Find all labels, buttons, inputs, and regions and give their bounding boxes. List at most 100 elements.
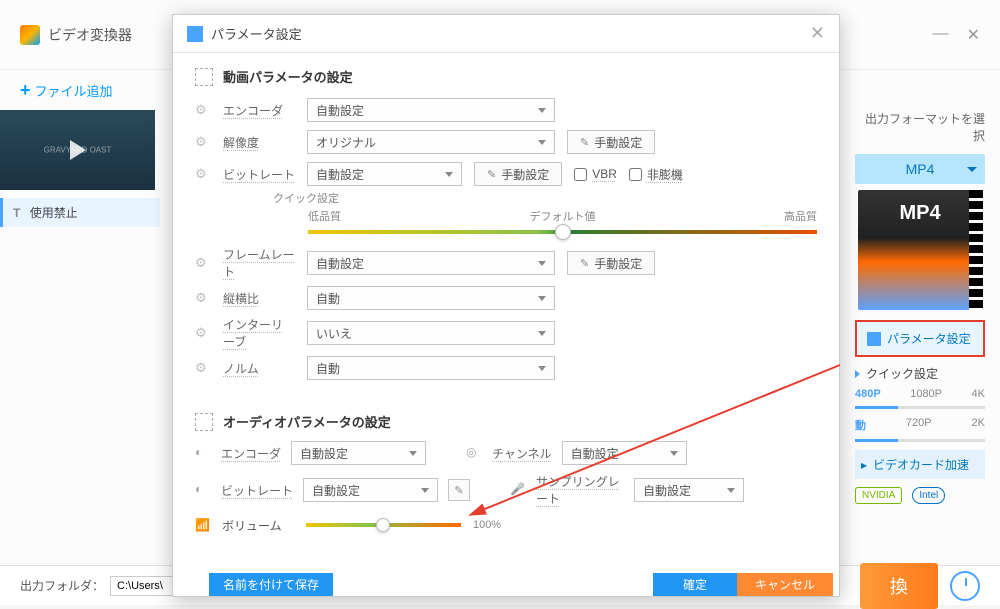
save-as-button[interactable]: 名前を付けて保存 [209, 573, 333, 596]
res-1080p[interactable]: 1080P [910, 388, 942, 400]
add-file-button[interactable]: ファイル追加 [20, 80, 113, 101]
channel-select[interactable]: 自動設定 [562, 441, 687, 465]
norm-value: 自動 [316, 360, 340, 377]
vbr-checkbox[interactable]: VBR [574, 167, 617, 181]
res-720p[interactable]: 720P [906, 417, 932, 433]
volume-slider[interactable] [306, 523, 461, 527]
cancel-label: キャンセル [755, 578, 815, 592]
audio-row-2: ◐ ビットレート 自動設定 ✎ 🎤 サンプリングレート 自動設定 [173, 471, 839, 509]
bitrate-select[interactable]: 自動設定 [307, 162, 462, 186]
quick-set-text: クイック設定 [866, 365, 938, 382]
ok-label: 確定 [683, 578, 707, 592]
modal-close-button[interactable]: ✕ [810, 23, 825, 44]
video-item-status[interactable]: 使用禁止 [0, 198, 160, 227]
gpu-accel-button[interactable]: ビデオカード加速 [855, 450, 985, 479]
sampling-select[interactable]: 自動設定 [634, 478, 744, 502]
modal-footer: 名前を付けて保存 確定 キャンセル [209, 573, 833, 596]
audio-bitrate-label: ビットレート [221, 482, 293, 499]
res-480p[interactable]: 480P [855, 388, 881, 400]
video-thumbnail[interactable]: GRAVYARD OAST [0, 110, 155, 190]
volume-icon: 📶 [195, 518, 210, 532]
audio-bitrate-select[interactable]: 自動設定 [303, 478, 438, 502]
norm-row: ノルム 自動 [173, 352, 839, 384]
encoder-label: エンコーダ [223, 102, 295, 119]
app-logo: ビデオ変換器 [20, 25, 132, 45]
interleave-label: インターリーブ [223, 316, 295, 350]
audio-section-header: オーディオパラメータの設定 [173, 384, 839, 439]
sampling-value: 自動設定 [643, 482, 691, 499]
resolution-row-2: 動 720P 2K [855, 417, 985, 433]
res-4k[interactable]: 4K [972, 388, 985, 400]
schedule-button[interactable] [950, 571, 980, 601]
volume-knob[interactable] [376, 518, 390, 532]
encoder-value: 自動設定 [316, 102, 364, 119]
resolution-manual-button[interactable]: 手動設定 [567, 130, 655, 154]
norm-label: ノルム [223, 360, 295, 377]
aspect-label: 縦横比 [223, 290, 295, 307]
quality-slider[interactable] [308, 230, 817, 234]
interleave-select[interactable]: いいえ [307, 321, 555, 345]
quality-high: 高品質 [647, 208, 817, 224]
audio-encoder-label: エンコーダ [221, 445, 281, 462]
parameter-settings-button[interactable]: パラメータ設定 [855, 320, 985, 357]
output-format-value: MP4 [906, 161, 935, 177]
encoder-select[interactable]: 自動設定 [307, 98, 555, 122]
manual-label: 手動設定 [594, 134, 642, 151]
convert-button[interactable]: 換 [860, 563, 938, 609]
output-format-select[interactable]: MP4 [855, 154, 985, 184]
res-2k[interactable]: 2K [972, 417, 985, 433]
cancel-button[interactable]: キャンセル [737, 573, 833, 596]
right-panel: 出力フォーマットを選択 MP4 パラメータ設定 クイック設定 480P 1080… [840, 110, 1000, 565]
settings-icon [187, 26, 203, 42]
aspect-select[interactable]: 自動 [307, 286, 555, 310]
aspect-row: 縦横比 自動 [173, 282, 839, 314]
resolution-select[interactable]: オリジナル [307, 130, 555, 154]
framerate-select[interactable]: 自動設定 [307, 251, 555, 275]
framerate-manual-button[interactable]: 手動設定 [567, 251, 655, 275]
thumb-caption: GRAVYARD OAST [44, 146, 112, 155]
audio-bitrate-edit[interactable]: ✎ [448, 479, 470, 501]
framerate-value: 自動設定 [316, 255, 364, 272]
param-btn-label: パラメータ設定 [887, 330, 971, 347]
parameter-modal: パラメータ設定 ✕ 動画パラメータの設定 エンコーダ 自動設定 解像度 オリジナ… [172, 14, 840, 597]
mic-icon: 🎤 [510, 482, 526, 498]
film-icon [195, 68, 213, 86]
interleave-value: いいえ [316, 325, 352, 342]
resolution-row: 解像度 オリジナル 手動設定 [173, 126, 839, 158]
close-button[interactable]: ✕ [967, 25, 980, 45]
nvidia-badge: NVIDIA [855, 487, 902, 504]
minimize-button[interactable]: — [933, 25, 949, 45]
norm-select[interactable]: 自動 [307, 356, 555, 380]
quality-default: デフォルト値 [478, 208, 648, 224]
audio-encoder-select[interactable]: 自動設定 [291, 441, 426, 465]
save-as-label: 名前を付けて保存 [223, 578, 319, 592]
volume-row: 📶 ボリューム 100% [173, 509, 839, 541]
bitrate-row: ビットレート 自動設定 手動設定 VBR 非膨機 [173, 158, 839, 190]
video-section-header: 動画パラメータの設定 [173, 53, 839, 94]
res-auto[interactable]: 動 [855, 417, 866, 433]
bitrate-manual-button[interactable]: 手動設定 [474, 162, 562, 186]
res-divider2 [855, 439, 985, 442]
gear-icon [195, 102, 211, 118]
resolution-label: 解像度 [223, 134, 295, 151]
interleave-icon [195, 325, 211, 341]
modal-title: パラメータ設定 [211, 24, 302, 43]
resolution-icon [195, 134, 211, 150]
ok-button[interactable]: 確定 [653, 573, 737, 596]
output-format-label: 出力フォーマットを選択 [855, 110, 985, 144]
app-logo-icon [20, 25, 40, 45]
bitrate-value: 自動設定 [316, 166, 364, 183]
deinterlace-checkbox[interactable]: 非膨機 [629, 166, 683, 183]
quality-slider-knob[interactable] [555, 224, 571, 240]
res-divider [855, 406, 985, 409]
deinterlace-label: 非膨機 [647, 166, 683, 183]
channel-value: 自動設定 [571, 445, 619, 462]
channel-icon: ◎ [466, 445, 482, 461]
mp4-artwork [858, 190, 983, 310]
audio-row-1: ◐ エンコーダ 自動設定 ◎ チャンネル 自動設定 [173, 439, 839, 467]
volume-label: ボリューム [222, 517, 294, 534]
framerate-icon [195, 255, 211, 271]
aspect-icon [195, 290, 211, 306]
vbr-label: VBR [592, 167, 617, 181]
gpu-label: ビデオカード加速 [873, 456, 969, 473]
